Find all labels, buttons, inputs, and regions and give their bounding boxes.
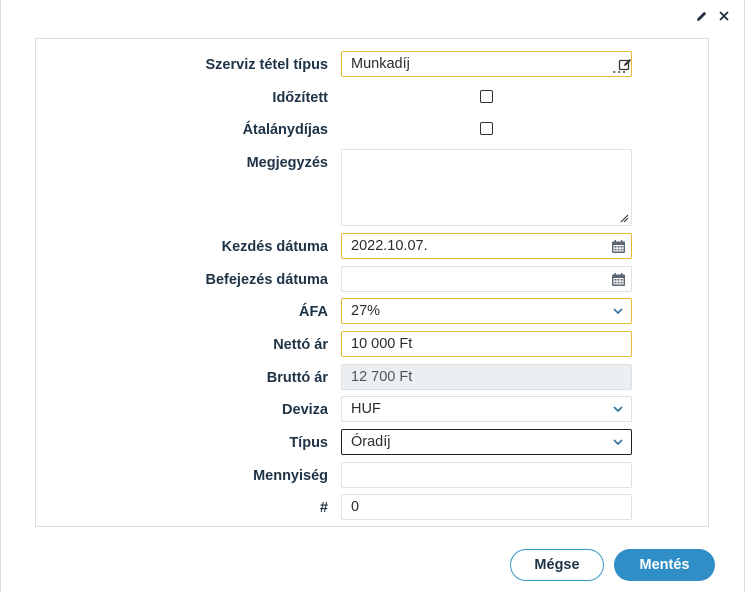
edit-icon[interactable] — [618, 58, 632, 72]
type-label: Típus — [289, 435, 328, 451]
row-end-date: Befejezés dátuma — [36, 266, 708, 294]
number-label: # — [319, 500, 328, 516]
close-icon[interactable] — [718, 10, 730, 22]
cancel-button[interactable]: Mégse — [510, 549, 604, 581]
row-gross-price: Bruttó ár 12 700 Ft — [36, 364, 708, 392]
net-price-label: Nettó ár — [273, 337, 328, 353]
gross-price-input: 12 700 Ft — [341, 364, 632, 390]
scheduled-label: Időzített — [272, 90, 328, 106]
pencil-icon[interactable] — [696, 10, 708, 22]
calendar-icon[interactable] — [611, 239, 626, 254]
currency-select[interactable]: HUF — [341, 396, 632, 422]
service-item-dialog: Szerviz tétel típus Munkadíj ... Időzíte… — [0, 0, 745, 592]
vat-label: ÁFA — [299, 304, 328, 320]
service-item-type-value: Munkadíj — [351, 56, 410, 72]
vat-select[interactable]: 27% — [341, 298, 632, 324]
end-date-input[interactable] — [341, 266, 632, 292]
row-scheduled: Időzített — [36, 84, 708, 112]
row-vat: ÁFA 27% — [36, 298, 708, 326]
start-date-value: 2022.10.07. — [351, 238, 428, 254]
resize-grip-icon[interactable] — [620, 214, 629, 223]
number-value: 0 — [351, 499, 360, 515]
start-date-label: Kezdés dátuma — [221, 239, 328, 255]
quantity-input[interactable] — [341, 462, 632, 488]
row-service-item-type: Szerviz tétel típus Munkadíj ... — [36, 51, 708, 79]
flat-fee-checkbox[interactable] — [480, 122, 493, 135]
quantity-label: Mennyiség — [253, 468, 328, 484]
type-select[interactable]: Óradíj — [341, 429, 632, 455]
gross-price-label: Bruttó ár — [266, 370, 328, 386]
currency-label: Deviza — [282, 402, 328, 418]
note-label: Megjegyzés — [246, 155, 328, 171]
row-flat-fee: Átalánydíjas — [36, 116, 708, 144]
gross-price-value: 12 700 Ft — [351, 369, 413, 385]
row-type: Típus Óradíj — [36, 429, 708, 457]
note-textarea[interactable] — [341, 149, 632, 226]
row-quantity: Mennyiség — [36, 462, 708, 490]
net-price-value: 10 000 Ft — [351, 336, 413, 352]
calendar-icon[interactable] — [611, 272, 626, 287]
net-price-input[interactable]: 10 000 Ft — [341, 331, 632, 357]
chevron-down-icon — [613, 406, 623, 413]
start-date-input[interactable]: 2022.10.07. — [341, 233, 632, 259]
end-date-label: Befejezés dátuma — [205, 272, 329, 288]
type-value: Óradíj — [351, 434, 391, 450]
row-number: # 0 — [36, 494, 708, 522]
flat-fee-label: Átalánydíjas — [242, 122, 328, 138]
scheduled-checkbox[interactable] — [480, 90, 493, 103]
chevron-down-icon — [613, 308, 623, 315]
vat-value: 27% — [351, 303, 381, 319]
currency-value: HUF — [351, 401, 381, 417]
row-currency: Deviza HUF — [36, 396, 708, 424]
service-item-type-label: Szerviz tétel típus — [205, 57, 328, 73]
chevron-down-icon — [613, 439, 623, 446]
save-button[interactable]: Mentés — [614, 549, 715, 581]
form-panel: Szerviz tétel típus Munkadíj ... Időzíte… — [35, 38, 709, 527]
dialog-header-tools — [696, 10, 730, 22]
service-item-type-lookup[interactable]: Munkadíj ... — [341, 51, 632, 77]
row-net-price: Nettó ár 10 000 Ft — [36, 331, 708, 359]
row-start-date: Kezdés dátuma 2022.10.07. — [36, 233, 708, 261]
number-input[interactable]: 0 — [341, 494, 632, 520]
